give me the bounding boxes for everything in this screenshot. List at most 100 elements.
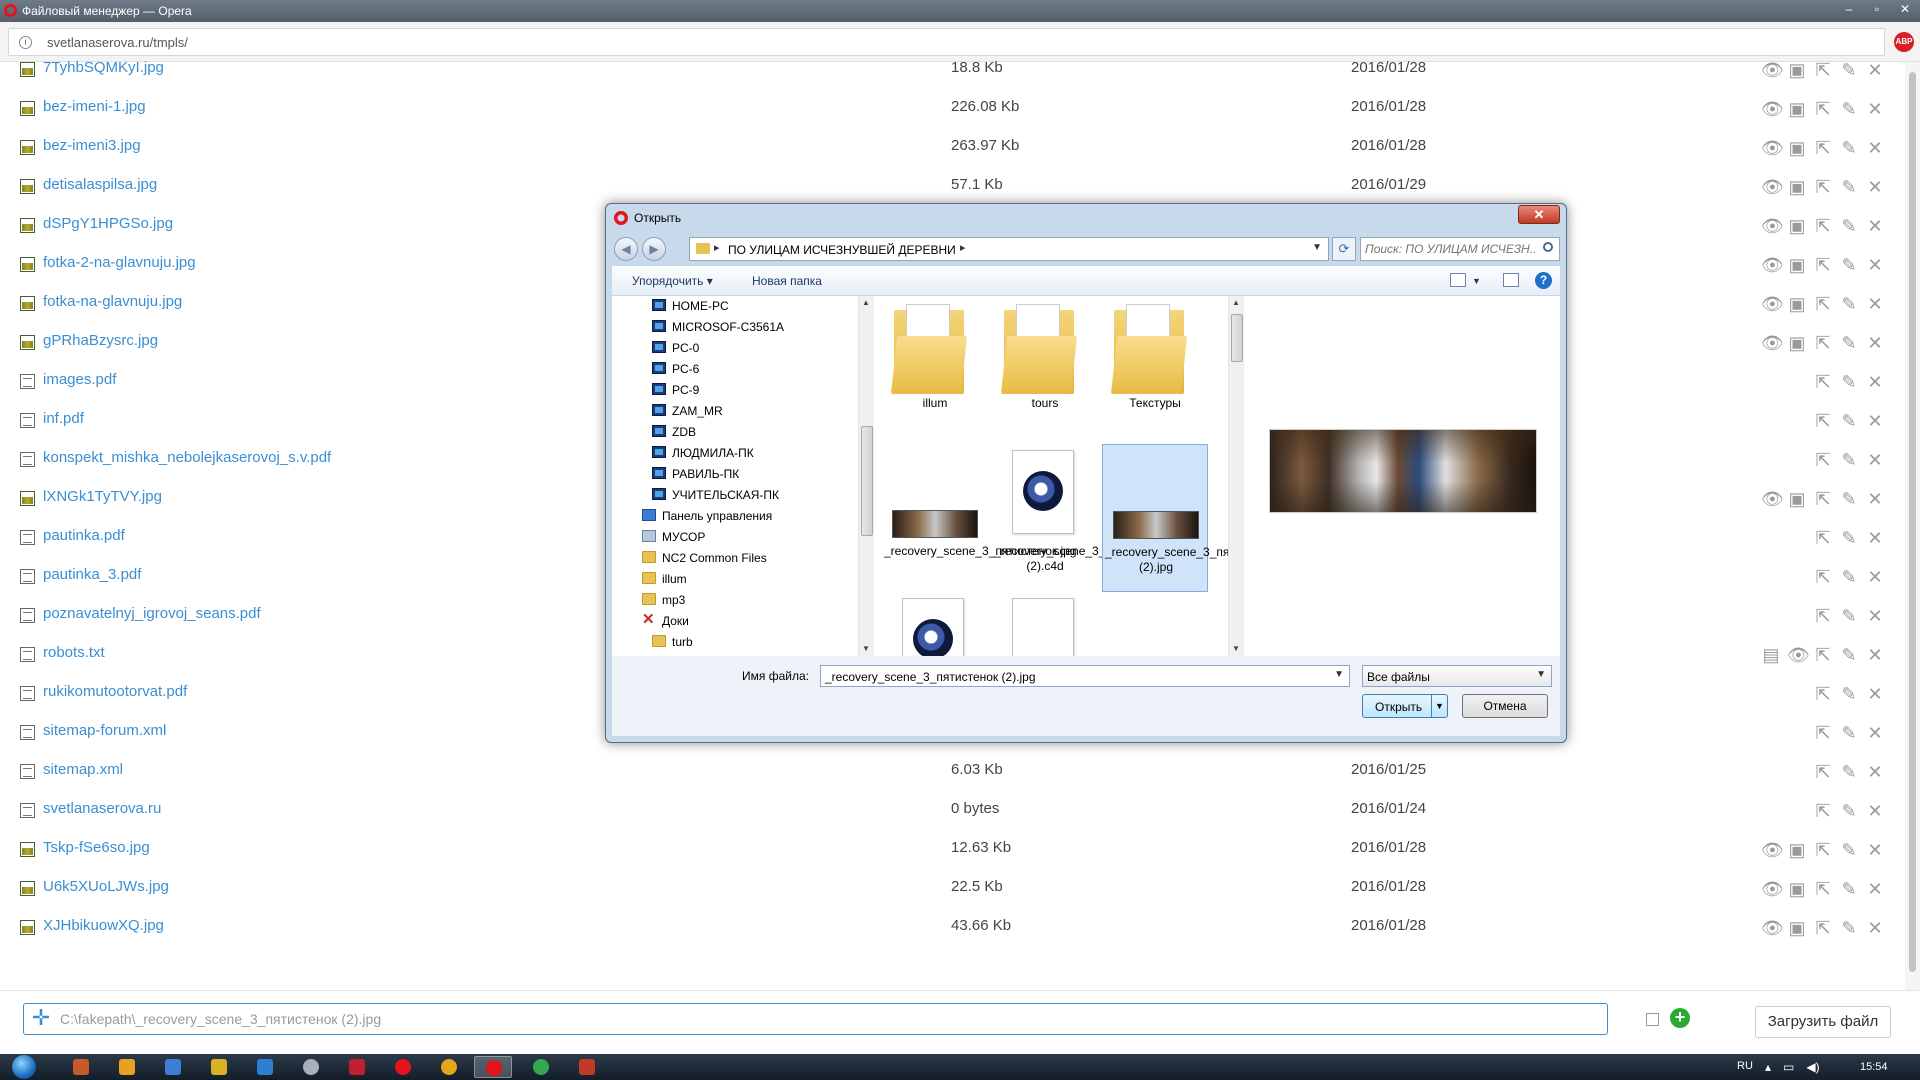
tree-item-label[interactable]: mp3 [662, 593, 685, 607]
open-external-icon[interactable]: ⇱ [1813, 216, 1833, 236]
file-name-link[interactable]: fotka-2-na-glavnuju.jpg [43, 254, 196, 271]
delete-icon[interactable]: ✕ [1865, 450, 1885, 470]
image-icon[interactable]: ▣ [1787, 60, 1807, 80]
tree-item-label[interactable]: NC2 Common Files [662, 551, 767, 565]
edit-icon[interactable]: ✎ [1839, 177, 1859, 197]
chevron-down-icon[interactable]: ▼ [1536, 669, 1546, 680]
search-icon[interactable] [1543, 242, 1553, 252]
url-text[interactable]: svetlanaserova.ru/tmpls/ [47, 35, 188, 50]
breadcrumb[interactable]: ▸ ПО УЛИЦАМ ИСЧЕЗНУВШЕЙ ДЕРЕВНИ ▸ ▼ [689, 237, 1329, 261]
file-name-link[interactable]: bez-imeni3.jpg [43, 137, 141, 154]
page-scrollbar[interactable] [1905, 62, 1920, 990]
open-external-icon[interactable]: ⇱ [1813, 801, 1833, 821]
upload-button[interactable]: Загрузить файл [1755, 1006, 1891, 1038]
open-external-icon[interactable]: ⇱ [1813, 60, 1833, 80]
file-name-link[interactable]: sitemap-forum.xml [43, 722, 166, 739]
file-name-link[interactable]: pautinka.pdf [43, 527, 125, 544]
tree-item-label[interactable]: РАВИЛЬ-ПК [672, 467, 739, 481]
file-item-label[interactable]: tours [994, 396, 1096, 411]
edit-icon[interactable]: ✎ [1839, 762, 1859, 782]
volume-icon[interactable]: ◀) [1806, 1060, 1819, 1074]
close-window-button[interactable]: ✕ [1896, 2, 1914, 16]
page-scrollbar-thumb[interactable] [1909, 72, 1916, 972]
view-options-chevron-icon[interactable]: ▼ [1472, 276, 1481, 286]
file-name-link[interactable]: U6k5XUoLJWs.jpg [43, 878, 169, 895]
folder-item[interactable]: tours [992, 296, 1098, 444]
image-icon[interactable]: ▣ [1787, 879, 1807, 899]
tree-item-label[interactable]: МУСОР [662, 530, 705, 544]
open-external-icon[interactable]: ⇱ [1813, 918, 1833, 938]
delete-icon[interactable]: ✕ [1865, 333, 1885, 353]
file-name-link[interactable]: XJHbikuowXQ.jpg [43, 917, 164, 934]
delete-icon[interactable]: ✕ [1865, 138, 1885, 158]
delete-icon[interactable]: ✕ [1865, 684, 1885, 704]
tree-item-label[interactable]: MICROSOF-C3561A [672, 320, 784, 334]
open-external-icon[interactable]: ⇱ [1813, 606, 1833, 626]
open-button[interactable]: Открыть ▼ [1362, 694, 1448, 718]
file-name-link[interactable]: bez-imeni-1.jpg [43, 98, 146, 115]
tree-item-label[interactable]: Панель управления [662, 509, 772, 523]
file-item[interactable]: _recovery_scene_3_пятистенок.jpg [882, 444, 1077, 592]
breadcrumb-path[interactable]: ПО УЛИЦАМ ИСЧЕЗНУВШЕЙ ДЕРЕВНИ [728, 243, 956, 257]
file-item-label[interactable]: illum [884, 396, 986, 411]
file-name-link[interactable]: gPRhaBzysrc.jpg [43, 332, 158, 349]
eye-icon[interactable]: 👁 [1761, 489, 1784, 509]
filetype-select[interactable]: Все файлы ▼ [1362, 665, 1552, 687]
edit-icon[interactable]: ✎ [1839, 645, 1859, 665]
scroll-down-icon[interactable]: ▼ [862, 644, 870, 653]
file-name-link[interactable]: lXNGk1TyTVY.jpg [43, 488, 162, 505]
open-button-label[interactable]: Открыть [1375, 700, 1422, 714]
taskbar-app-12[interactable] [568, 1056, 606, 1078]
open-external-icon[interactable]: ⇱ [1813, 294, 1833, 314]
tree-item-label[interactable]: УЧИТЕЛЬСКАЯ-ПК [672, 488, 779, 502]
edit-icon[interactable]: ✎ [1839, 840, 1859, 860]
edit-icon[interactable]: ✎ [1839, 372, 1859, 392]
image-icon[interactable]: ▣ [1787, 177, 1807, 197]
file-name-link[interactable]: inf.pdf [43, 410, 84, 427]
edit-icon[interactable]: ✎ [1839, 450, 1859, 470]
image-icon[interactable]: ▣ [1787, 255, 1807, 275]
delete-icon[interactable]: ✕ [1865, 411, 1885, 431]
file-name-link[interactable]: svetlanaserova.ru [43, 800, 161, 817]
tree-item-label[interactable]: PC-0 [672, 341, 699, 355]
edit-icon[interactable]: ✎ [1839, 723, 1859, 743]
open-external-icon[interactable]: ⇱ [1813, 489, 1833, 509]
eye-icon[interactable]: 👁 [1761, 177, 1784, 197]
edit-icon[interactable]: ✎ [1839, 879, 1859, 899]
dialog-close-button[interactable]: ✕ [1518, 205, 1560, 224]
delete-icon[interactable]: ✕ [1865, 216, 1885, 236]
tree-scrollbar[interactable]: ▲ ▼ [858, 296, 874, 656]
search-box[interactable] [1360, 237, 1560, 261]
edit-icon[interactable]: ✎ [1839, 528, 1859, 548]
maximize-button[interactable]: ▫ [1868, 2, 1886, 16]
delete-icon[interactable]: ✕ [1865, 606, 1885, 626]
delete-icon[interactable]: ✕ [1865, 645, 1885, 665]
cancel-button[interactable]: Отмена [1462, 694, 1548, 718]
edit-icon[interactable]: ✎ [1839, 918, 1859, 938]
open-external-icon[interactable]: ⇱ [1813, 567, 1833, 587]
open-external-icon[interactable]: ⇱ [1813, 138, 1833, 158]
file-name-link[interactable]: pautinka_3.pdf [43, 566, 141, 583]
eye-icon[interactable]: 👁 [1761, 294, 1784, 314]
file-name-link[interactable]: konspekt_mishka_nebolejkaserovoj_s.v.pdf [43, 449, 331, 466]
open-external-icon[interactable]: ⇱ [1813, 372, 1833, 392]
tree-item-label[interactable]: ZAM_MR [672, 404, 723, 418]
delete-icon[interactable]: ✕ [1865, 177, 1885, 197]
open-external-icon[interactable]: ⇱ [1813, 450, 1833, 470]
eye-icon[interactable]: 👁 [1761, 138, 1784, 158]
tray-arrow-icon[interactable]: ▴ [1765, 1060, 1771, 1074]
file-name-link[interactable]: poznavatelnyj_igrovoj_seans.pdf [43, 605, 261, 622]
edit-icon[interactable]: ✎ [1839, 684, 1859, 704]
file-item[interactable]: _recovery_scene_3_пятистенок (2).jpg [1102, 444, 1230, 592]
image-icon[interactable]: ▣ [1787, 489, 1807, 509]
eye-icon[interactable]: 👁 [1761, 333, 1784, 353]
taskbar-app-6[interactable] [292, 1056, 330, 1078]
taskbar-app-1[interactable] [62, 1056, 100, 1078]
open-options-chevron-icon[interactable]: ▼ [1431, 695, 1447, 717]
start-button[interactable] [4, 1054, 44, 1080]
file-item-label[interactable]: _recovery_scene_3_пятистенок (2).jpg [1105, 545, 1230, 575]
taskbar-app-7[interactable] [338, 1056, 376, 1078]
eye-icon[interactable]: 👁 [1761, 216, 1784, 236]
scroll-up-icon[interactable]: ▲ [862, 298, 870, 307]
filename-value[interactable]: _recovery_scene_3_пятистенок (2).jpg [825, 670, 1036, 684]
